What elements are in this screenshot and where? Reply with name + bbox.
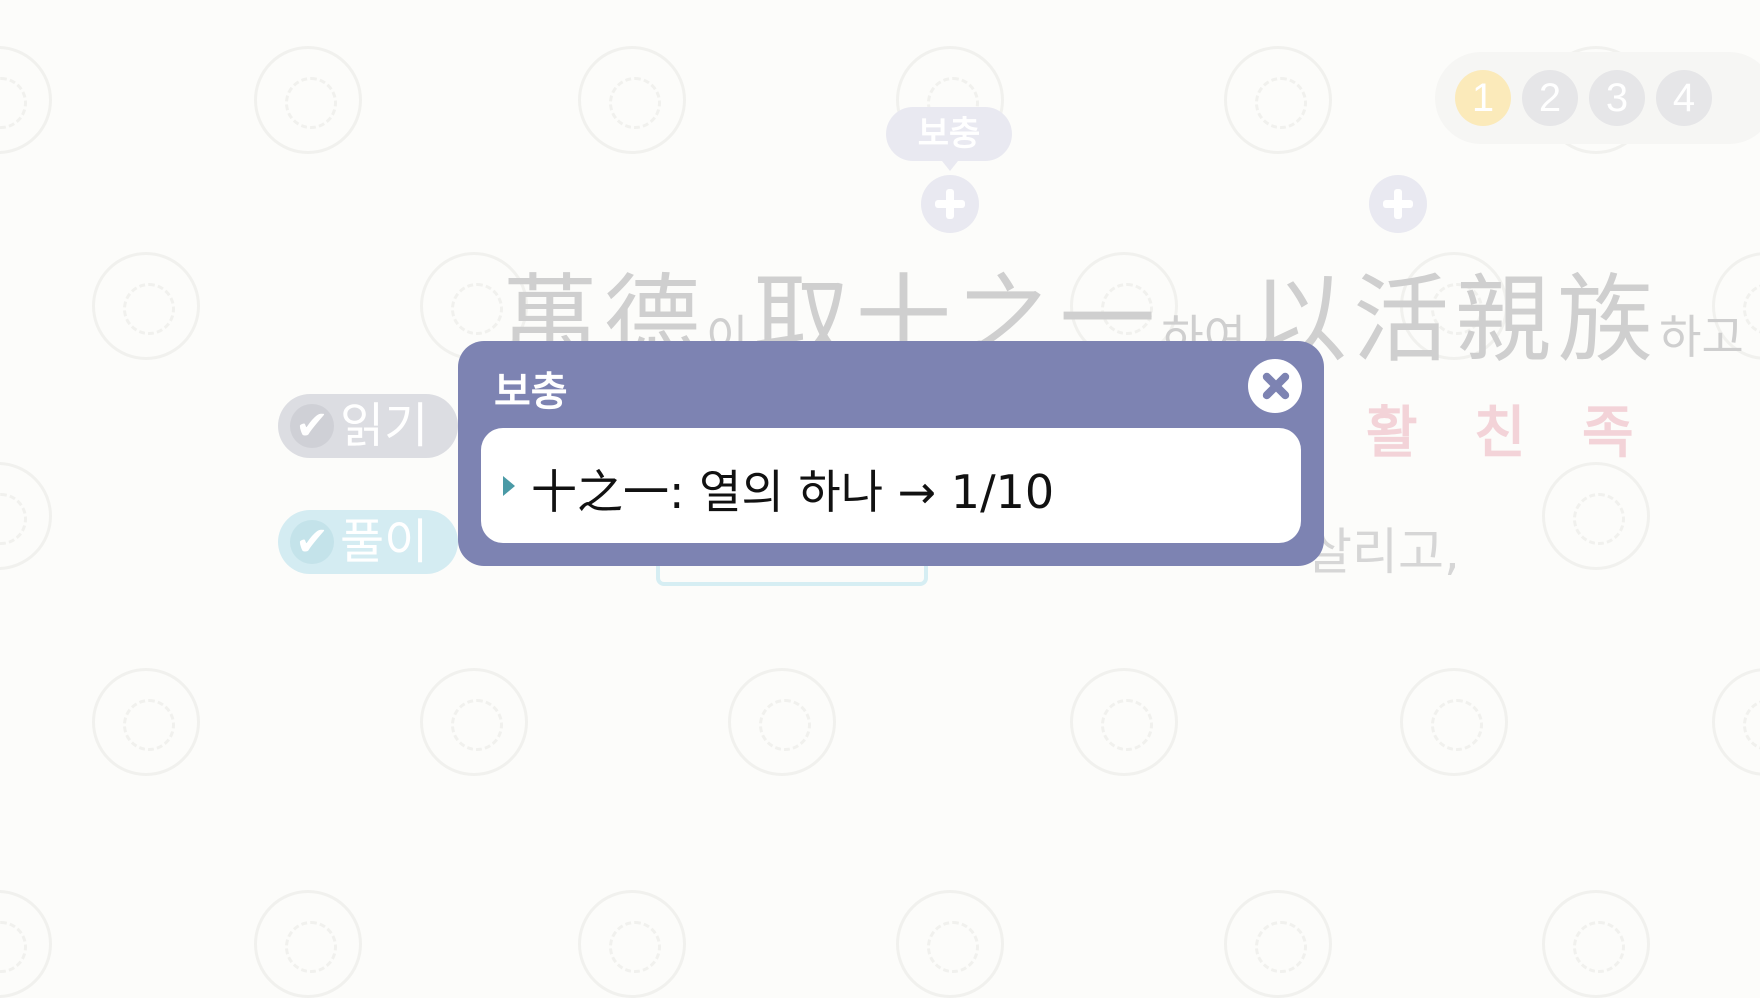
- supplement-popup: 보충 十之一: 열의 하나 → 1/10: [458, 341, 1324, 566]
- check-icon: ✔: [290, 404, 334, 448]
- check-icon: ✔: [290, 520, 334, 564]
- read-label: 읽기: [340, 398, 429, 454]
- popup-body: 十之一: 열의 하나 → 1/10: [481, 428, 1301, 543]
- explain-label: 풀이: [340, 514, 429, 570]
- explanation-tail: 살리고,: [1306, 523, 1460, 581]
- hangul-particle: 하고: [1659, 310, 1744, 364]
- popup-title: 보충: [494, 369, 568, 415]
- pron-syllable: 활: [1366, 401, 1418, 466]
- pronunciation-row: 활친족: [1366, 388, 1690, 469]
- page-tab-2[interactable]: 2: [1522, 70, 1578, 126]
- bullet-icon: [503, 476, 515, 496]
- read-toggle-button[interactable]: ✔ 읽기: [278, 394, 458, 458]
- supplement-plus-button[interactable]: [921, 175, 979, 233]
- plus-button-2[interactable]: [1369, 175, 1427, 233]
- pron-syllable: 친: [1474, 401, 1526, 466]
- page-tab-3[interactable]: 3: [1589, 70, 1645, 126]
- page-tab-1[interactable]: 1: [1455, 70, 1511, 126]
- supplement-tag[interactable]: 보충: [886, 107, 1012, 171]
- close-icon[interactable]: [1248, 359, 1302, 413]
- page-tab-4[interactable]: 4: [1656, 70, 1712, 126]
- explain-toggle-button[interactable]: ✔ 풀이: [278, 510, 458, 574]
- page-tabs: 1 2 3 4: [1435, 52, 1760, 144]
- popup-text: 十之一: 열의 하나 → 1/10: [531, 465, 1055, 519]
- pron-syllable: 족: [1582, 401, 1634, 466]
